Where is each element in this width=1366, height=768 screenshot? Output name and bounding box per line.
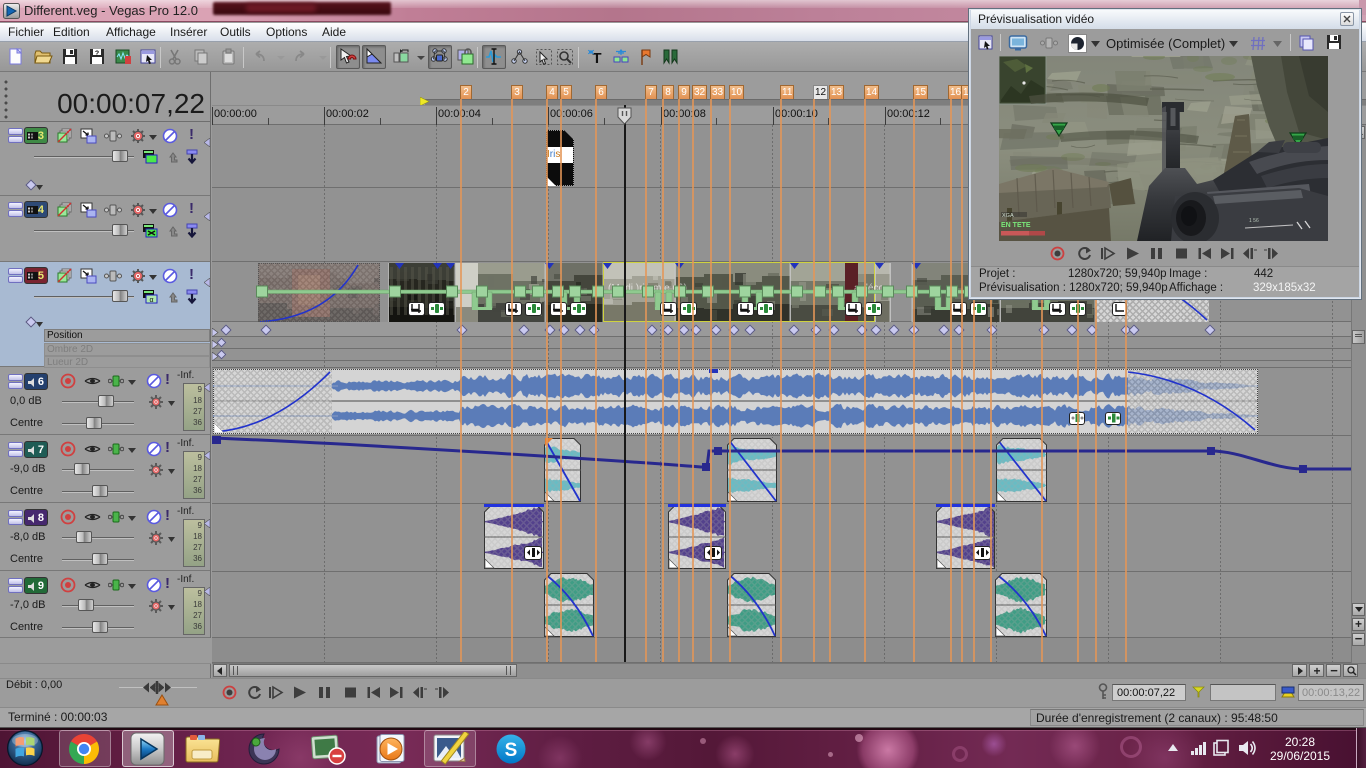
svg-text:S: S (505, 740, 518, 761)
svg-text:1 56: 1 56 (1249, 218, 1259, 224)
svg-text:EN TETE: EN TETE (1001, 222, 1031, 229)
svg-text:XGA: XGA (1002, 213, 1014, 219)
svg-text:?: ? (95, 51, 99, 58)
svg-text:T: T (592, 50, 601, 67)
svg-text:α: α (149, 297, 153, 304)
